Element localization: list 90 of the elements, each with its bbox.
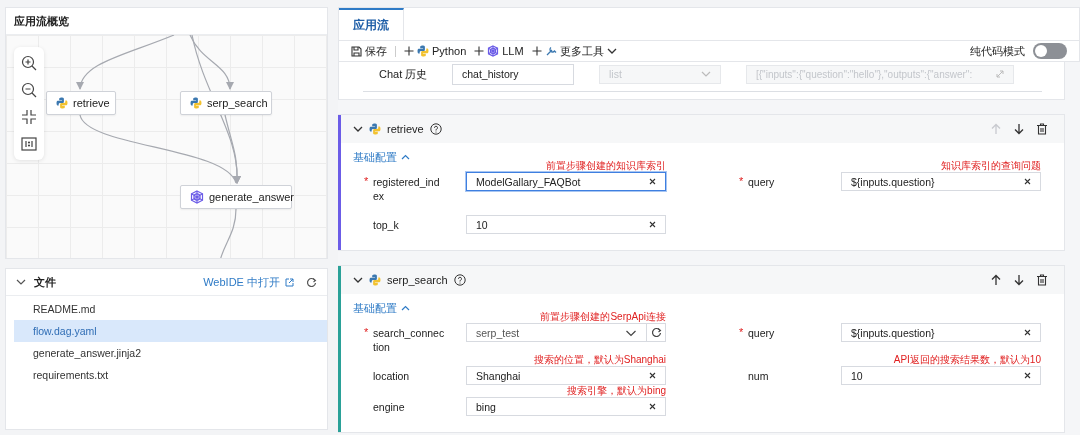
clear-icon[interactable] [649,178,656,185]
python-icon [369,274,381,286]
flow-node[interactable]: generate_answer [180,185,292,209]
fit-view-icon[interactable] [21,109,37,125]
arrow-down-icon[interactable] [1013,123,1025,135]
chevron-down-icon[interactable] [353,275,363,285]
tab[interactable]: 应用流 [339,8,404,40]
add-tool-button[interactable]: LLM [474,45,524,57]
save-icon [351,45,362,57]
input-field[interactable]: chat_history [452,63,574,85]
wrench-icon [544,45,557,57]
input-field[interactable]: 10 [466,215,666,234]
save-button[interactable]: 保存 [351,43,387,59]
field-label: num [748,369,770,383]
input-field[interactable]: ${inputs.question} [841,172,1041,191]
python-icon [417,45,429,57]
delete-icon[interactable] [1036,123,1048,135]
zoom-out-icon[interactable] [21,82,37,98]
field-label: Chat 历史 [378,66,429,82]
plus-icon [474,46,485,56]
input-field[interactable]: 10 [841,366,1041,385]
actual-size-icon[interactable] [21,136,37,152]
step-name: serp_search [387,274,448,286]
panel-title: 文件 [34,274,56,290]
field-label: engine [373,400,406,414]
input-field[interactable]: ModelGallary_FAQBot [466,172,666,191]
plus-icon [404,46,414,56]
file-item[interactable]: flow.dag.yaml [14,320,327,342]
annotation: API返回的搜索结果数，默认为10 [893,354,1041,366]
chevron-up-icon [401,153,410,162]
section-toggle[interactable]: 基础配置 [353,150,410,165]
help-icon[interactable] [429,123,442,135]
flow-node[interactable]: serp_search [180,91,272,115]
toggle-switch[interactable] [1033,43,1067,59]
chevron-down-icon[interactable] [16,277,26,287]
step-name: retrieve [387,123,424,135]
required-mark: * [364,326,370,340]
python-icon [190,97,202,109]
field-label: query [748,326,776,340]
flow-node[interactable]: retrieve [46,91,116,115]
python-icon [369,123,381,135]
clear-icon[interactable] [1024,372,1031,379]
input-field[interactable]: bing [466,397,666,416]
python-icon [56,97,68,109]
field-label: top_k [373,218,400,232]
input-field[interactable]: Shanghai [466,366,666,385]
plus-icon [531,46,542,56]
chevron-down-icon [701,69,711,79]
select-field[interactable]: serp_test [466,323,647,342]
annotation: 前置步骤创建的SerpApi连接 [540,311,666,323]
file-item[interactable]: README.md [14,298,327,320]
external-link-icon [285,277,294,287]
annotation: 知识库索引的查询问题 [941,160,1041,172]
annotation: 搜索引擎，默认为bing [567,385,666,397]
input-field[interactable]: ${inputs.question} [841,323,1041,342]
clear-icon[interactable] [1024,329,1031,336]
toggle-label: 纯代码模式 [970,43,1025,59]
hexagon-icon [487,45,500,57]
open-link[interactable]: WebIDE 中打开 [203,274,294,290]
add-tool-button[interactable]: 更多工具 [531,43,617,59]
annotation: 前置步骤创建的知识库索引 [546,160,666,172]
refresh-icon[interactable] [306,276,317,288]
chevron-down-icon [606,46,617,56]
file-item[interactable]: requirements.txt [14,364,327,386]
section-toggle[interactable]: 基础配置 [353,301,410,316]
field-label: query [748,175,776,189]
file-item[interactable]: generate_answer.jinja2 [14,342,327,364]
add-tool-button[interactable]: Python [404,45,467,57]
field-label: registered_index [373,175,441,203]
required-mark: * [739,326,745,340]
clear-icon[interactable] [1024,178,1031,185]
refresh-icon [650,327,662,338]
required-mark: * [739,175,745,189]
field-label: location [373,369,411,383]
refresh-button[interactable] [647,323,666,342]
chevron-up-icon [401,304,410,313]
panel-title: 应用流概览 [14,13,69,29]
chevron-down-icon[interactable] [353,124,363,134]
delete-icon[interactable] [1036,274,1048,286]
clear-icon[interactable] [649,221,656,228]
annotation: 搜索的位置，默认为Shanghai [533,354,666,366]
arrow-down-icon[interactable] [1013,274,1025,286]
required-mark: * [364,175,370,189]
zoom-in-icon[interactable] [21,55,37,71]
hexagon-icon [190,190,204,204]
clear-icon[interactable] [649,372,656,379]
clear-icon[interactable] [649,403,656,410]
help-icon[interactable] [453,274,466,286]
field-label: search_connection [373,326,445,354]
arrow-up-icon[interactable] [990,274,1002,286]
